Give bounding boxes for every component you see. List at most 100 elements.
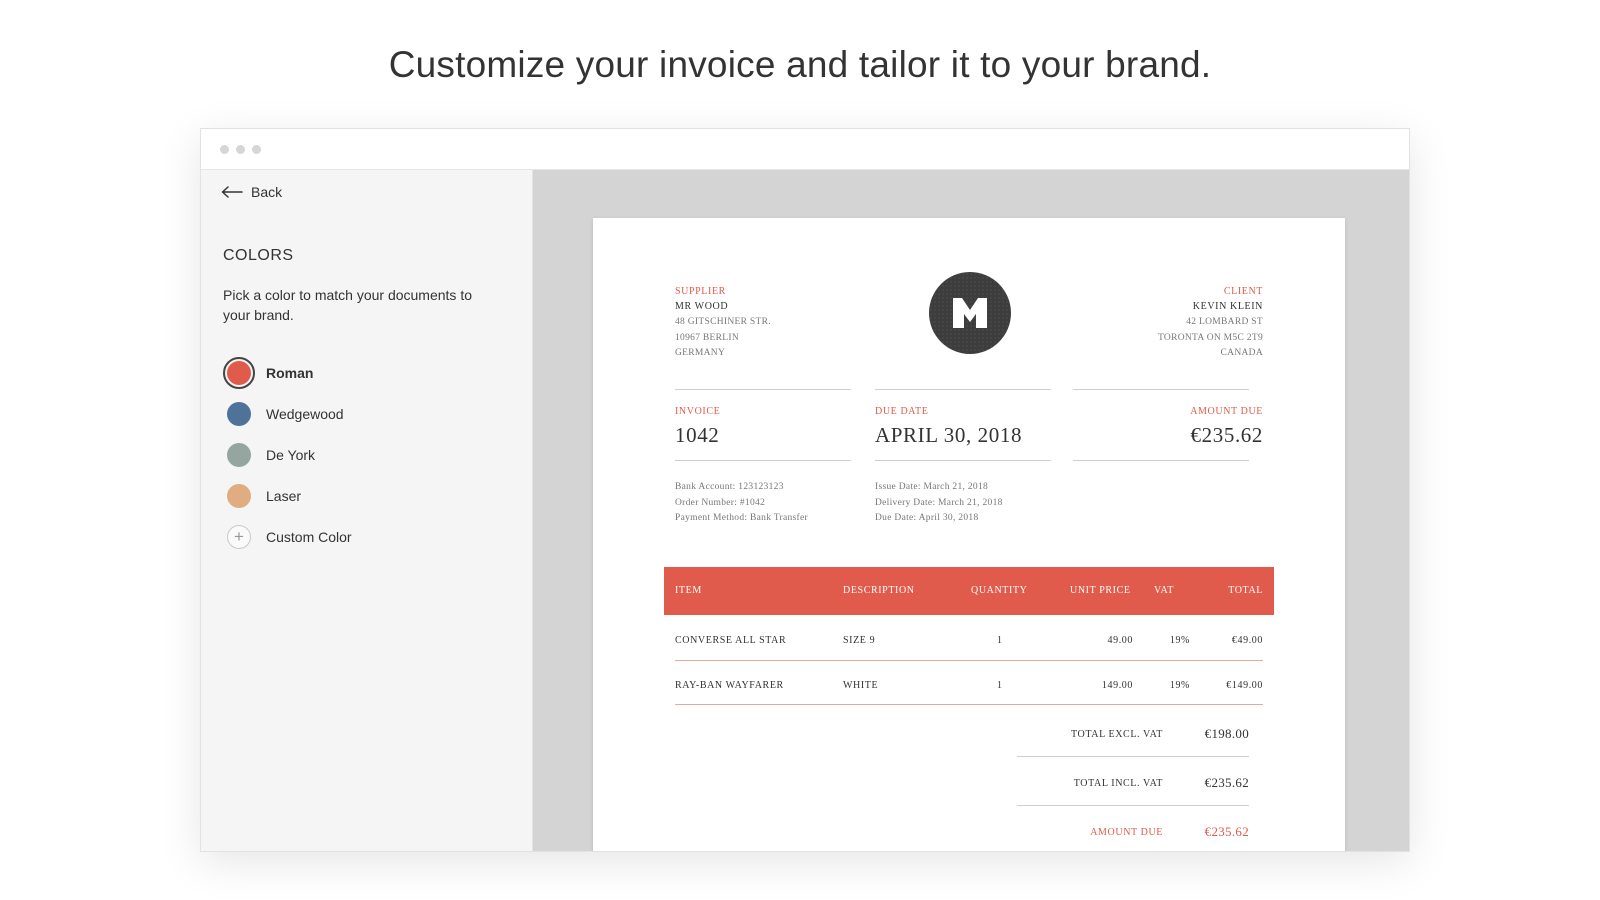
- client-address-line: 42 LOMBARD ST: [1186, 317, 1263, 327]
- window-dot-maximize[interactable]: [252, 145, 261, 154]
- color-label: Roman: [266, 364, 314, 381]
- color-swatch-wrap: +: [223, 521, 255, 553]
- client-label: CLIENT: [1223, 286, 1263, 297]
- cell-description: WHITE: [843, 680, 879, 691]
- invoice-label: INVOICE: [675, 406, 721, 417]
- divider: [1017, 805, 1249, 806]
- cell-total: €49.00: [1231, 635, 1263, 646]
- color-label: Laser: [266, 487, 302, 504]
- client-block: CLIENT KEVIN KLEIN 42 LOMBARD ST TORONTA…: [1158, 286, 1263, 362]
- due-date-detail: Due Date: April 30, 2018: [875, 513, 979, 523]
- cell-vat: 19%: [1169, 635, 1190, 646]
- divider: [1017, 756, 1249, 757]
- sidebar: Back COLORS Pick a color to match your d…: [201, 170, 533, 851]
- monogram-m-icon: [953, 298, 987, 328]
- invoice-document: SUPPLIER MR WOOD 48 GITSCHINER STR. 1096…: [593, 218, 1345, 851]
- items-table-header: ITEM DESCRIPTION QUANTITY UNIT PRICE VAT…: [664, 567, 1274, 615]
- delivery-date: Delivery Date: March 21, 2018: [875, 497, 1003, 508]
- invoice-preview-canvas: SUPPLIER MR WOOD 48 GITSCHINER STR. 1096…: [533, 170, 1409, 851]
- colors-description: Pick a color to match your documents to …: [223, 287, 472, 323]
- cell-unit-price: 49.00: [1107, 635, 1133, 646]
- cell-item: CONVERSE ALL STAR: [675, 635, 787, 646]
- supplier-name: MR WOOD: [675, 301, 729, 312]
- issue-date: Issue Date: March 21, 2018: [875, 482, 989, 492]
- divider: [875, 389, 1051, 390]
- row-divider: [675, 704, 1263, 705]
- table-row: CONVERSE ALL STAR SIZE 9 1 49.00 19% €49…: [675, 615, 1263, 660]
- divider: [675, 460, 851, 461]
- supplier-block: SUPPLIER MR WOOD 48 GITSCHINER STR. 1096…: [675, 286, 771, 362]
- cell-quantity: 1: [997, 680, 1003, 691]
- color-swatch: [227, 442, 251, 467]
- color-swatch-wrap: [223, 480, 255, 512]
- total-excl-vat-label: TOTAL EXCL. VAT: [1071, 729, 1163, 740]
- back-button[interactable]: Back: [221, 184, 282, 200]
- supplier-address-line: GERMANY: [675, 348, 726, 358]
- client-name: KEVIN KLEIN: [1192, 301, 1263, 312]
- amount-due-value: €235.62: [1190, 423, 1263, 447]
- color-option-de-york[interactable]: De York: [223, 434, 352, 475]
- plus-icon: +: [227, 524, 251, 549]
- due-date-label: DUE DATE: [875, 406, 929, 417]
- table-row: RAY-BAN WAYFARER WHITE 1 149.00 19% €149…: [675, 660, 1263, 705]
- cell-total: €149.00: [1226, 680, 1263, 691]
- column-header-description: DESCRIPTION: [843, 585, 915, 596]
- total-incl-vat-label: TOTAL INCL. VAT: [1073, 778, 1163, 789]
- cell-item: RAY-BAN WAYFARER: [675, 680, 784, 691]
- total-excl-vat-value: €198.00: [1204, 726, 1249, 741]
- window-titlebar: [201, 129, 1409, 170]
- back-label: Back: [251, 184, 283, 200]
- invoice-number: 1042: [675, 423, 720, 447]
- supplier-address-line: 48 GITSCHINER STR.: [675, 317, 771, 327]
- divider: [1073, 460, 1249, 461]
- client-address-line: TORONTA ON M5C 2T9: [1157, 332, 1263, 343]
- column-header-total: TOTAL: [1228, 585, 1263, 596]
- color-swatch-selected: [223, 356, 255, 389]
- cell-vat: 19%: [1169, 680, 1190, 691]
- color-swatch: [227, 483, 251, 508]
- amount-due-total-value: €235.62: [1204, 824, 1249, 839]
- page-headline: Customize your invoice and tailor it to …: [388, 44, 1212, 85]
- supplier-address-line: 10967 BERLIN: [675, 332, 740, 343]
- total-incl-vat-value: €235.62: [1204, 775, 1249, 790]
- column-header-quantity: QUANTITY: [971, 585, 1028, 596]
- divider: [875, 460, 1051, 461]
- date-details: Issue Date: March 21, 2018 Delivery Date…: [875, 480, 1003, 527]
- bank-account: Bank Account: 123123123: [675, 482, 784, 492]
- cell-unit-price: 149.00: [1101, 680, 1133, 691]
- divider: [675, 389, 851, 390]
- amount-due-total-label: AMOUNT DUE: [1090, 827, 1163, 838]
- cell-description: SIZE 9: [843, 635, 876, 646]
- color-label: Wedgewood: [266, 405, 344, 422]
- window-dot-minimize[interactable]: [236, 145, 245, 154]
- column-header-vat: VAT: [1154, 585, 1174, 596]
- color-swatch: [227, 401, 251, 426]
- column-header-unit-price: UNIT PRICE: [1070, 585, 1131, 596]
- color-option-laser[interactable]: Laser: [223, 475, 352, 516]
- color-swatch: [227, 360, 251, 385]
- invoice-number-block: INVOICE 1042: [675, 406, 720, 448]
- color-list: Roman Wedgewood De York Laser + Custom C…: [223, 352, 352, 557]
- brand-logo[interactable]: [929, 272, 1011, 354]
- amount-due-block: AMOUNT DUE €235.62: [1190, 406, 1263, 448]
- color-swatch-wrap: [223, 398, 255, 430]
- custom-color-label: Custom Color: [266, 528, 352, 545]
- window-dot-close[interactable]: [220, 145, 229, 154]
- supplier-label: SUPPLIER: [675, 286, 726, 297]
- custom-color-button[interactable]: + Custom Color: [223, 516, 352, 557]
- column-header-item: ITEM: [675, 585, 702, 596]
- amount-due-label: AMOUNT DUE: [1190, 406, 1263, 417]
- cell-quantity: 1: [997, 635, 1003, 646]
- app-window: Back COLORS Pick a color to match your d…: [200, 128, 1410, 852]
- color-label: De York: [266, 446, 316, 463]
- due-date-value: APRIL 30, 2018: [875, 423, 1023, 447]
- colors-title: COLORS: [223, 247, 294, 264]
- color-swatch-wrap: [223, 439, 255, 471]
- arrow-left-icon: [221, 186, 243, 198]
- color-option-wedgewood[interactable]: Wedgewood: [223, 393, 352, 434]
- payment-details: Bank Account: 123123123 Order Number: #1…: [675, 480, 808, 527]
- color-option-roman[interactable]: Roman: [223, 352, 352, 393]
- due-date-block: DUE DATE APRIL 30, 2018: [875, 406, 1022, 448]
- client-address-line: CANADA: [1220, 348, 1263, 358]
- payment-method: Payment Method: Bank Transfer: [675, 513, 808, 523]
